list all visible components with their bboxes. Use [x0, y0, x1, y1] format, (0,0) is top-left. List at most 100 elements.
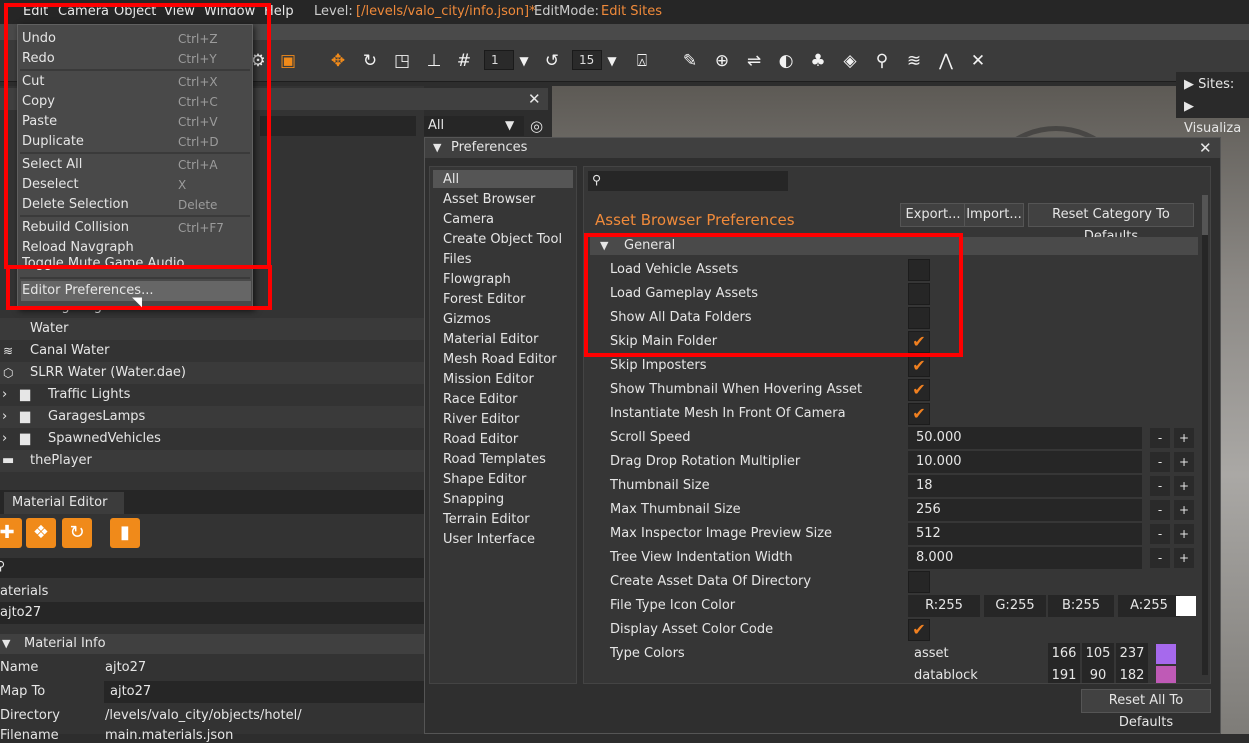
export-button[interactable]: Export...	[900, 203, 966, 227]
increment-button[interactable]: +	[1174, 524, 1194, 544]
tree-item-slrr-water[interactable]: ⬡ SLRR Water (Water.dae)	[0, 362, 424, 384]
forest-icon[interactable]: ♣	[806, 49, 830, 73]
menu-window[interactable]: Window	[204, 4, 255, 19]
road-icon[interactable]: ⇌	[742, 49, 766, 73]
target-icon[interactable]: ◎	[530, 117, 543, 135]
menu-item[interactable]: Undo Ctrl+Z	[22, 29, 248, 49]
collapse-icon[interactable]: ▼	[433, 138, 441, 158]
menu-item[interactable]: Redo Ctrl+Y	[22, 49, 248, 69]
move-icon[interactable]: ✥	[326, 49, 350, 73]
pref-number-input[interactable]: 256	[908, 499, 1142, 521]
material-info-header[interactable]: ▼ Material Info	[0, 634, 424, 654]
increment-button[interactable]: +	[1174, 428, 1194, 448]
category-item[interactable]: Terrain Editor	[443, 512, 530, 527]
decrement-button[interactable]: -	[1150, 476, 1170, 496]
scene-search-input[interactable]	[260, 116, 416, 136]
menu-item[interactable]: Rebuild Collision Ctrl+F7	[22, 218, 248, 238]
increment-button[interactable]: +	[1174, 452, 1194, 472]
clone-material-icon[interactable]: ❖	[26, 518, 56, 548]
reset-all-button[interactable]: Reset All To Defaults	[1081, 689, 1211, 730]
angle-snap-icon[interactable]: ↺	[540, 49, 564, 73]
angle-size-field[interactable]: 15	[572, 50, 602, 70]
tree-item-garageslamps[interactable]: › ▆ GaragesLamps	[0, 406, 424, 428]
refresh-icon[interactable]: ↻	[62, 518, 92, 548]
terrain-snap-icon[interactable]: ⍓	[630, 49, 654, 73]
type-color-swatch[interactable]	[1156, 666, 1176, 683]
add-object-icon[interactable]: ⊕	[710, 49, 734, 73]
category-item[interactable]: Road Editor	[443, 432, 518, 447]
tree-item-canal-water[interactable]: ≋ Canal Water	[0, 340, 424, 362]
category-item[interactable]: Camera	[443, 212, 494, 227]
type-color-channel[interactable]: 105	[1082, 643, 1114, 665]
menu-help[interactable]: Help	[264, 4, 294, 19]
type-color-channel[interactable]: 166	[1048, 643, 1080, 665]
pref-checkbox[interactable]: ✔	[908, 331, 930, 353]
decrement-button[interactable]: -	[1150, 428, 1170, 448]
chevron-down-icon[interactable]: ▼	[600, 49, 624, 73]
pencil-icon[interactable]: ✎	[678, 49, 702, 73]
chevron-right-icon[interactable]: ›	[2, 428, 7, 450]
grid-size-field[interactable]: 1	[484, 50, 514, 70]
decrement-button[interactable]: -	[1150, 500, 1170, 520]
menu-item[interactable]: Copy Ctrl+C	[22, 92, 248, 112]
increment-button[interactable]: +	[1174, 476, 1194, 496]
decal-icon[interactable]: ◐	[774, 49, 798, 73]
close-icon[interactable]: ✕	[1199, 138, 1212, 158]
decrement-button[interactable]: -	[1150, 452, 1170, 472]
menu-item[interactable]: Duplicate Ctrl+D	[22, 132, 248, 152]
material-select[interactable]: ajto27	[0, 602, 424, 624]
category-item[interactable]: Files	[443, 252, 472, 267]
increment-button[interactable]: +	[1174, 548, 1194, 568]
category-item[interactable]: User Interface	[443, 532, 535, 547]
tree-item-water[interactable]: Water	[0, 318, 424, 340]
reset-category-button[interactable]: Reset Category To Defaults	[1028, 203, 1194, 244]
category-item[interactable]: Snapping	[443, 492, 504, 507]
section-general-header[interactable]: ▼ General	[590, 237, 1198, 255]
menu-item[interactable]: Paste Ctrl+V	[22, 112, 248, 132]
scrollbar[interactable]	[1202, 195, 1208, 675]
pref-checkbox[interactable]	[908, 571, 930, 593]
type-color-channel[interactable]: 182	[1116, 665, 1148, 683]
category-item[interactable]: Flowgraph	[443, 272, 511, 287]
chevron-down-icon[interactable]: ▼	[512, 49, 536, 73]
import-button[interactable]: Import...	[964, 203, 1024, 227]
type-color-channel[interactable]: 90	[1082, 665, 1114, 683]
pref-number-input[interactable]: 50.000	[908, 427, 1142, 449]
menu-view[interactable]: View	[164, 4, 195, 19]
scale-icon[interactable]: ◳	[390, 49, 414, 73]
mesh-road-icon[interactable]: ⋀	[934, 49, 958, 73]
type-color-channel[interactable]: 237	[1116, 643, 1148, 665]
grid-snap-icon[interactable]: #	[452, 49, 476, 73]
pref-checkbox[interactable]: ✔	[908, 355, 930, 377]
color-channel-input[interactable]: A:255	[1118, 595, 1180, 617]
type-color-channel[interactable]: 191	[1048, 665, 1080, 683]
pref-number-input[interactable]: 18	[908, 475, 1142, 497]
material-icon[interactable]: ◈	[838, 49, 862, 73]
tree-item-spawnedvehicles[interactable]: › ▆ SpawnedVehicles	[0, 428, 424, 450]
chevron-down-icon[interactable]: ▼	[505, 118, 514, 132]
pref-checkbox[interactable]: ✔	[908, 619, 930, 641]
pref-checkbox[interactable]	[908, 307, 930, 329]
water-icon[interactable]: ≋	[902, 49, 926, 73]
chevron-right-icon[interactable]: ›	[2, 406, 7, 428]
sites-button[interactable]: ▶ Sites: Lo	[1176, 72, 1249, 118]
category-item[interactable]: Forest Editor	[443, 292, 526, 307]
menu-item[interactable]: Deselect X	[22, 175, 248, 195]
color-channel-input[interactable]: G:255	[984, 595, 1046, 617]
pref-number-input[interactable]: 10.000	[908, 451, 1142, 473]
pref-number-input[interactable]: 512	[908, 523, 1142, 545]
chevron-right-icon[interactable]: ›	[2, 384, 7, 406]
menu-item[interactable]: Reload Navgraph	[22, 238, 248, 258]
preferences-search-input[interactable]: ⚲	[588, 171, 788, 191]
category-item[interactable]: Material Editor	[443, 332, 538, 347]
tree-item-traffic-lights[interactable]: › ▆ Traffic Lights	[0, 384, 424, 406]
category-item[interactable]: Road Templates	[443, 452, 546, 467]
category-item[interactable]: Mesh Road Editor	[443, 352, 557, 367]
close-icon[interactable]: ✕	[528, 90, 541, 108]
color-channel-input[interactable]: B:255	[1048, 595, 1114, 617]
color-channel-input[interactable]: R:255	[908, 595, 980, 617]
world-axis-icon[interactable]: ⊥	[422, 49, 446, 73]
rotate-icon[interactable]: ↻	[358, 49, 382, 73]
decrement-button[interactable]: -	[1150, 524, 1170, 544]
category-item[interactable]: Race Editor	[443, 392, 517, 407]
